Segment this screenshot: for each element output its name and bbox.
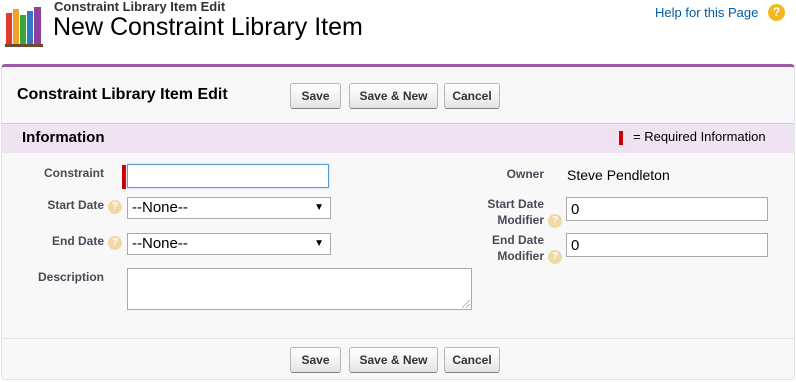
- end-date-select[interactable]: --None-- ▼: [127, 233, 331, 255]
- required-legend-mark: [619, 131, 623, 145]
- constraint-label: Constraint: [44, 166, 104, 180]
- footer-divider: [2, 338, 794, 339]
- cancel-button-bottom[interactable]: Cancel: [444, 347, 500, 373]
- start-date-label: Start Date: [47, 198, 104, 212]
- start-date-select-value: --None--: [132, 199, 188, 216]
- constraint-input[interactable]: [127, 164, 329, 188]
- end-date-help-icon[interactable]: ?: [108, 236, 122, 250]
- constraint-required-marker: [122, 165, 126, 189]
- end-date-modifier-label: End Date Modifier: [491, 233, 544, 263]
- resize-grip-icon[interactable]: [462, 300, 470, 308]
- start-date-help-icon[interactable]: ?: [108, 200, 122, 214]
- app-logo-icon: [5, 7, 43, 47]
- start-date-modifier-help-icon[interactable]: ?: [548, 214, 562, 228]
- save-new-button-top[interactable]: Save & New: [349, 83, 438, 109]
- section-header: Information = Required Information: [2, 123, 794, 153]
- start-date-modifier-input[interactable]: [566, 197, 768, 221]
- chevron-down-icon: ▼: [314, 202, 324, 213]
- save-new-button-bottom[interactable]: Save & New: [349, 347, 438, 373]
- chevron-down-icon: ▼: [314, 238, 324, 249]
- end-date-modifier-input[interactable]: [566, 233, 768, 257]
- section-title: Information: [22, 129, 105, 146]
- start-date-select[interactable]: --None-- ▼: [127, 197, 331, 219]
- start-date-modifier-label: Start Date Modifier: [487, 197, 544, 227]
- required-legend-text: = Required Information: [633, 129, 766, 144]
- owner-value: Steve Pendleton: [567, 167, 670, 183]
- page-title: New Constraint Library Item: [53, 13, 363, 41]
- cancel-button-top[interactable]: Cancel: [444, 83, 500, 109]
- owner-label: Owner: [506, 167, 544, 181]
- end-date-select-value: --None--: [132, 235, 188, 252]
- edit-panel: Constraint Library Item Edit Save Save &…: [1, 64, 795, 380]
- end-date-label: End Date: [51, 234, 104, 248]
- save-button-top[interactable]: Save: [290, 83, 341, 109]
- save-button-bottom[interactable]: Save: [290, 347, 341, 373]
- description-label: Description: [37, 270, 104, 284]
- end-date-modifier-help-icon[interactable]: ?: [548, 250, 562, 264]
- help-icon[interactable]: ?: [768, 4, 785, 21]
- page-subtitle: Constraint Library Item Edit: [54, 0, 226, 14]
- panel-title: Constraint Library Item Edit: [17, 86, 228, 103]
- description-textarea[interactable]: [127, 268, 472, 310]
- help-link[interactable]: Help for this Page: [655, 5, 758, 20]
